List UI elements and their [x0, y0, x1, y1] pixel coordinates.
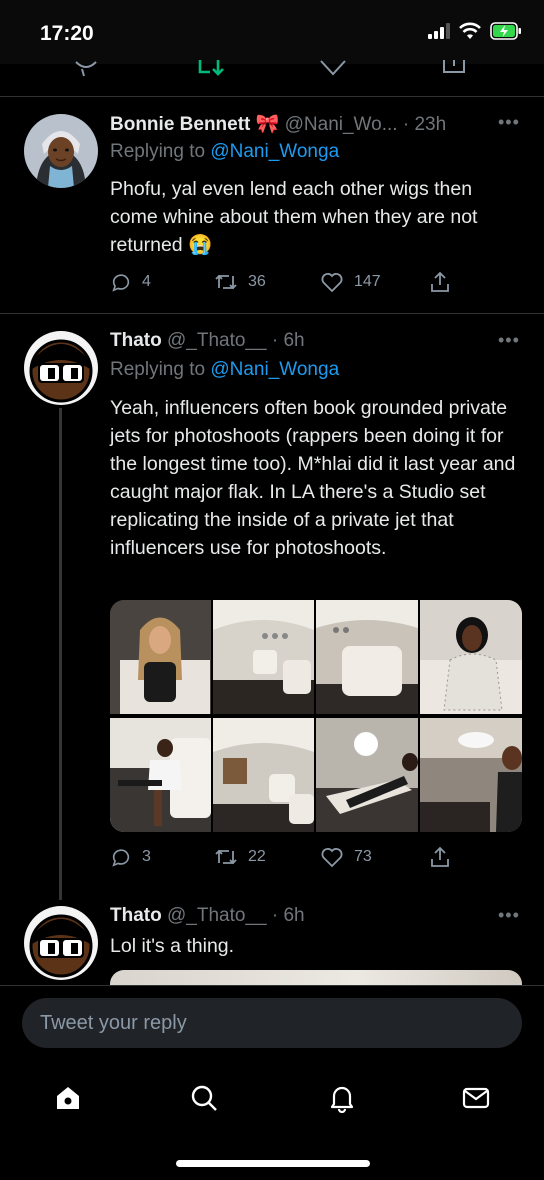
reply-count: 4: [142, 273, 151, 290]
share-button[interactable]: [428, 270, 452, 294]
retweet-icon: [215, 274, 237, 290]
thread-connector: [59, 408, 62, 900]
like-count: 147: [354, 273, 381, 290]
photo-cabin-seats[interactable]: [316, 600, 418, 714]
divider: [0, 96, 544, 97]
tab-home[interactable]: [48, 1078, 88, 1118]
status-icons: [428, 22, 522, 40]
mention-link[interactable]: @Nani_Wonga: [210, 359, 339, 380]
signal-icon: [428, 23, 450, 39]
more-options-icon[interactable]: •••: [498, 112, 520, 133]
like-count: 73: [354, 848, 372, 865]
status-bar: 17:20: [0, 0, 544, 64]
search-icon: [191, 1085, 217, 1111]
handle[interactable]: @_Thato__: [167, 330, 267, 351]
bow-emoji-icon: 🎀: [255, 114, 280, 135]
share-icon[interactable]: [440, 58, 468, 80]
media-grid[interactable]: [110, 600, 522, 832]
like-button[interactable]: 147: [320, 271, 428, 293]
photo-influencer-sitting[interactable]: [110, 718, 211, 832]
reply-count: 3: [142, 848, 151, 865]
tab-bar: [0, 1070, 544, 1130]
status-time: 17:20: [40, 22, 94, 45]
like-button[interactable]: 73: [320, 846, 428, 868]
avatar[interactable]: [24, 331, 98, 405]
previous-tweet-actions: [0, 58, 544, 88]
replying-to: Replying to @Nani_Wonga: [110, 141, 339, 163]
tweet-text: Lol it's a thing.: [110, 935, 235, 957]
tweet-actions: 4 36 147: [110, 270, 452, 294]
photo-influencer-posing[interactable]: [420, 600, 522, 714]
handle[interactable]: @Nani_Wo...: [285, 114, 398, 135]
timestamp[interactable]: · 6h: [272, 330, 305, 351]
display-name[interactable]: Thato: [110, 905, 162, 926]
timestamp[interactable]: · 23h: [403, 114, 446, 135]
share-icon: [431, 846, 449, 867]
tweet-header: Bonnie Bennett 🎀 @Nani_Wo... · 23h: [110, 112, 446, 136]
avatar[interactable]: [24, 906, 98, 980]
mention-link[interactable]: @Nani_Wonga: [210, 141, 339, 162]
replying-to: Replying to @Nani_Wonga: [110, 359, 339, 381]
tab-search[interactable]: [184, 1078, 224, 1118]
reply-button[interactable]: 4: [110, 271, 214, 293]
retweet-button[interactable]: 36: [214, 271, 320, 293]
comment-icon[interactable]: [72, 58, 100, 80]
heart-icon[interactable]: [318, 58, 348, 80]
photo-influencer-seat[interactable]: [110, 600, 211, 714]
more-options-icon[interactable]: •••: [498, 905, 520, 926]
tweet-actions: 3 22 73: [110, 845, 452, 869]
photo-cabin-lounging[interactable]: [316, 718, 418, 832]
tweet-text: Phofu, yal even lend each other wigs the…: [110, 178, 478, 256]
tweet-text: Yeah, influencers often book grounded pr…: [110, 397, 516, 559]
timestamp[interactable]: · 6h: [272, 905, 305, 926]
handle[interactable]: @_Thato__: [167, 905, 267, 926]
more-options-icon[interactable]: •••: [498, 330, 520, 351]
comment-icon: [112, 274, 130, 292]
bell-icon: [330, 1086, 354, 1113]
battery-charging-icon: [490, 22, 521, 40]
retweet-count: 36: [248, 273, 266, 290]
display-name[interactable]: Thato: [110, 330, 162, 351]
replying-to-label: Replying to: [110, 141, 211, 162]
photo-cabin-aisle[interactable]: [213, 718, 314, 832]
heart-icon: [321, 848, 343, 868]
photo-cabin-interior[interactable]: [213, 600, 314, 714]
avatar[interactable]: [24, 114, 98, 188]
retweet-count: 22: [248, 848, 266, 865]
share-button[interactable]: [428, 845, 452, 869]
tweet-header: Thato @_Thato__ · 6h: [110, 905, 305, 927]
retweet-button[interactable]: 22: [214, 846, 320, 868]
mail-icon: [462, 1087, 490, 1109]
display-name[interactable]: Bonnie Bennett: [110, 114, 250, 135]
reply-input[interactable]: [40, 998, 500, 1048]
home-icon: [57, 1087, 79, 1109]
home-indicator: [176, 1160, 370, 1167]
replying-to-label: Replying to: [110, 359, 211, 380]
retweet-icon: [215, 849, 237, 865]
photo-cabin-group[interactable]: [420, 718, 522, 832]
wifi-icon: [459, 22, 481, 39]
tab-notifications[interactable]: [322, 1078, 362, 1118]
tweet-header: Thato @_Thato__ · 6h: [110, 330, 305, 352]
reply-composer[interactable]: [22, 998, 522, 1048]
reply-button[interactable]: 3: [110, 846, 214, 868]
heart-icon: [321, 273, 343, 293]
tab-messages[interactable]: [456, 1078, 496, 1118]
retweet-icon[interactable]: [196, 58, 228, 80]
share-icon: [431, 271, 449, 292]
divider: [0, 313, 544, 314]
comment-icon: [112, 849, 130, 867]
